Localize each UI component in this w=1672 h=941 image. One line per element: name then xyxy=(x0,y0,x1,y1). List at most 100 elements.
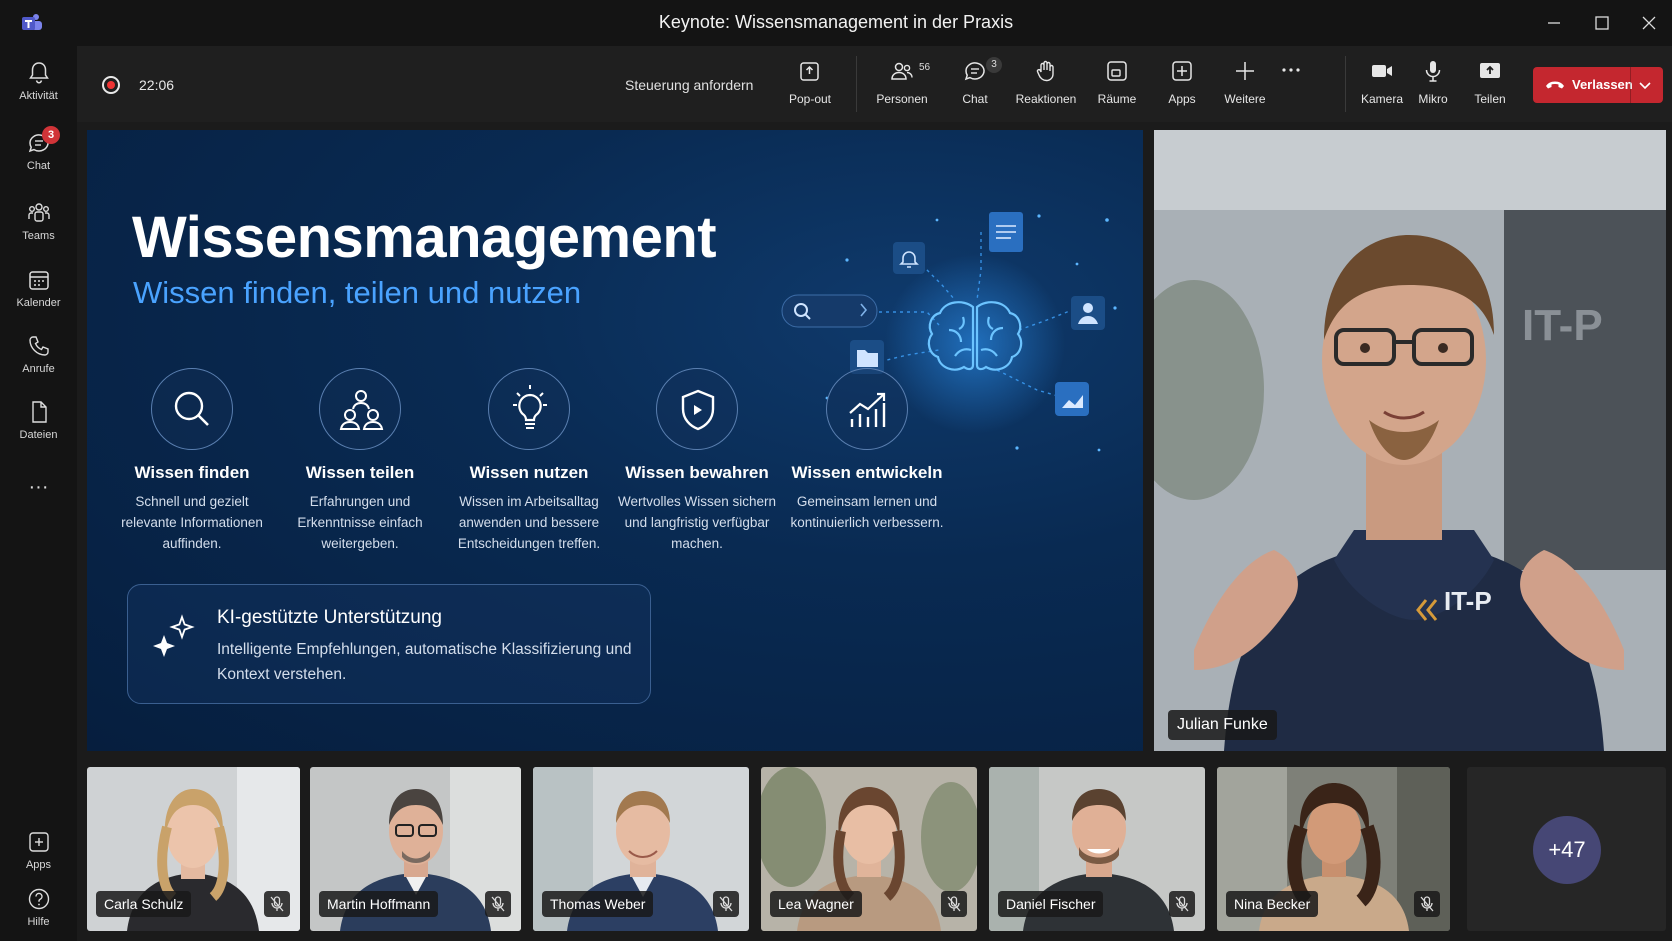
pillar-desc: Wertvolles Wissen sichern und langfristi… xyxy=(617,494,777,551)
participant-tile[interactable]: Carla Schulz xyxy=(87,767,300,931)
title-bar: Keynote: Wissensmanagement in der Praxis xyxy=(0,0,1672,46)
pillar-title: Wissen nutzen xyxy=(469,463,589,482)
chat-count-badge: 3 xyxy=(986,57,1002,73)
participant-name: Carla Schulz xyxy=(96,891,192,917)
growth-chart-icon xyxy=(849,392,886,427)
rail-label: Hilfe xyxy=(27,916,50,928)
share-screen-icon xyxy=(1480,63,1500,78)
pillar-desc: Gemeinsam lernen und kontinuierlich verb… xyxy=(790,494,944,530)
rail-label: Chat xyxy=(26,160,51,172)
pillar-preserve: Wissen bewahren Wertvolles Wissen sicher… xyxy=(617,368,777,554)
apps-button[interactable]: Apps xyxy=(1147,58,1217,114)
mic-off-indicator xyxy=(264,891,290,917)
rail-label: Anrufe xyxy=(22,363,55,375)
leave-button[interactable]: Verlassen xyxy=(1533,67,1663,103)
request-control-button[interactable]: Steuerung anfordern xyxy=(625,77,753,93)
rooms-button[interactable]: Räume xyxy=(1082,58,1152,114)
apps-icon xyxy=(28,832,49,852)
share-label: Teilen xyxy=(1474,92,1506,106)
rail-item-files[interactable]: Dateien xyxy=(0,399,77,461)
people-label: Personen xyxy=(876,92,928,106)
participant-name: Daniel Fischer xyxy=(998,891,1104,917)
share-button[interactable]: Teilen xyxy=(1460,58,1520,114)
speaker-name-tag: Julian Funke xyxy=(1168,710,1277,740)
app-rail: Aktivität 3 Chat Teams Kalender Anrufe D… xyxy=(0,46,77,941)
participant-tile[interactable]: Nina Becker xyxy=(1217,767,1450,931)
chevron-down-icon[interactable] xyxy=(1638,78,1652,92)
mic-off-indicator xyxy=(485,891,511,917)
plus-icon xyxy=(1236,62,1254,80)
recording-icon xyxy=(102,76,120,94)
overflow-menu-button[interactable] xyxy=(1271,58,1311,114)
toolbar-divider xyxy=(856,56,857,112)
speaker-illustration: IT-P IT-P xyxy=(1154,130,1666,751)
microphone-icon xyxy=(1425,61,1441,82)
rail-label: Apps xyxy=(25,859,52,871)
breakout-rooms-icon xyxy=(1107,61,1127,81)
search-icon xyxy=(174,391,209,426)
camera-icon xyxy=(1372,65,1392,77)
shield-icon xyxy=(681,389,715,431)
pillar-icon-circle xyxy=(319,368,401,450)
mic-label: Mikro xyxy=(1418,92,1448,106)
overflow-count: +47 xyxy=(1533,816,1601,884)
ellipsis-icon xyxy=(1282,68,1300,72)
ai-desc: Intelligente Empfehlungen, automatische … xyxy=(217,641,632,683)
pillar-share: Wissen teilen Erfahrungen und Erkenntnis… xyxy=(280,368,440,554)
more-participants-tile[interactable]: +47 xyxy=(1467,767,1666,931)
close-button[interactable] xyxy=(1635,10,1663,36)
reactions-button[interactable]: Reaktionen xyxy=(1011,58,1081,114)
reactions-label: Reaktionen xyxy=(1015,92,1077,106)
rail-item-chat[interactable]: 3 Chat xyxy=(0,126,77,192)
shared-slide: Wissensmanagement Wissen finden, teilen … xyxy=(87,130,1143,751)
chat-icon xyxy=(964,62,985,81)
meeting-timer: 22:06 xyxy=(139,77,175,93)
speaker-video[interactable]: IT-P IT-P Julian Funke xyxy=(1154,130,1666,751)
meeting-toolbar: 22:06 Steuerung anfordern Pop-out Person… xyxy=(77,46,1672,122)
popout-button[interactable]: Pop-out xyxy=(775,58,845,114)
wall-logo: IT-P xyxy=(1522,301,1603,350)
pillar-desc: Wissen im Arbeitsalltag anwenden und bes… xyxy=(457,494,601,551)
slide-title: Wissensmanagement xyxy=(132,205,717,270)
participant-tile[interactable]: Martin Hoffmann xyxy=(310,767,521,931)
mic-off-indicator xyxy=(1414,891,1440,917)
teams-icon xyxy=(27,203,50,222)
participant-tile[interactable]: Thomas Weber xyxy=(533,767,749,931)
participant-tile[interactable]: Lea Wagner xyxy=(761,767,977,931)
toolbar-divider xyxy=(1345,56,1346,112)
bell-icon xyxy=(28,62,49,84)
mic-off-icon xyxy=(1175,896,1189,912)
rail-item-activity[interactable]: Aktivität xyxy=(0,60,77,122)
rail-more-button[interactable]: ··· xyxy=(0,472,77,502)
minimize-button[interactable] xyxy=(1540,10,1568,36)
leave-divider xyxy=(1630,67,1631,103)
mic-button[interactable]: Mikro xyxy=(1403,58,1463,114)
apps-label: Apps xyxy=(1168,92,1196,106)
maximize-button[interactable] xyxy=(1588,10,1616,36)
pillar-desc: Erfahrungen und Erkenntnisse einfach wei… xyxy=(297,494,423,551)
maximize-icon xyxy=(1595,16,1609,30)
slide-subtitle: Wissen finden, teilen und nutzen xyxy=(133,275,582,310)
add-app-icon xyxy=(1172,61,1192,81)
participant-name: Thomas Weber xyxy=(542,891,654,917)
rail-item-teams[interactable]: Teams xyxy=(0,200,77,262)
pillar-icon-circle xyxy=(826,368,908,450)
popout-icon xyxy=(800,62,819,81)
pillar-icon-circle xyxy=(151,368,233,450)
rail-item-calls[interactable]: Anrufe xyxy=(0,333,77,395)
people-icon xyxy=(891,62,913,80)
rail-item-apps[interactable]: Apps xyxy=(0,829,77,891)
rooms-label: Räume xyxy=(1097,92,1137,106)
rail-label: Dateien xyxy=(19,429,58,441)
rail-item-calendar[interactable]: Kalender xyxy=(0,267,77,329)
participant-tile[interactable]: Daniel Fischer xyxy=(989,767,1205,931)
lightbulb-icon xyxy=(513,385,547,429)
mic-off-indicator xyxy=(713,891,739,917)
more-button[interactable]: Weitere xyxy=(1210,58,1280,114)
pillar-develop: Wissen entwickeln Gemeinsam lernen und k… xyxy=(787,368,947,533)
more-label: Weitere xyxy=(1224,92,1266,106)
sparkle-icon xyxy=(153,614,195,657)
pillar-title: Wissen bewahren xyxy=(625,463,769,482)
rail-label: Aktivität xyxy=(19,90,58,102)
rail-item-help[interactable]: Hilfe xyxy=(0,886,77,941)
